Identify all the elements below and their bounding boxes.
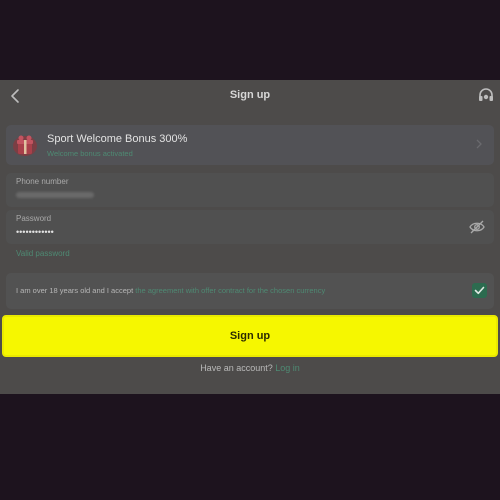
signup-button-label: Sign up (229, 330, 271, 342)
signup-button[interactable]: Sign up (2, 315, 498, 357)
password-input[interactable]: •••••••••••• (16, 227, 416, 237)
overlay-bottom (0, 394, 500, 500)
chevron-right-icon (476, 139, 482, 149)
toggle-password-visibility[interactable] (468, 218, 486, 236)
page-title: Sign up (229, 89, 271, 101)
check-icon (474, 286, 485, 295)
headset-icon (479, 88, 493, 101)
phone-value-redacted (16, 192, 94, 198)
password-status: Valid password (16, 249, 70, 258)
phone-field[interactable]: Phone number (6, 173, 494, 207)
agreement-checkbox[interactable] (472, 283, 487, 298)
login-link[interactable]: Log in (275, 363, 300, 373)
eye-off-icon (469, 220, 485, 234)
bonus-status: Welcome bonus activated (47, 149, 133, 158)
phone-label: Phone number (16, 177, 69, 186)
agreement-text: I am over 18 years old and I accept the … (16, 286, 325, 295)
password-label: Password (16, 214, 52, 223)
signup-sheet: Sign up Sport Welcome Bonus 300% Welcome… (0, 80, 500, 394)
gift-icon (13, 135, 37, 156)
login-prompt: Have an account? Log in (0, 363, 500, 373)
agreement-prefix: I am over 18 years old and I accept (16, 286, 134, 295)
agreement-link[interactable]: the agreement with offer contract for th… (135, 286, 325, 295)
header: Sign up (0, 80, 500, 114)
agreement-row: I am over 18 years old and I accept the … (6, 273, 494, 309)
login-prompt-text: Have an account? (200, 363, 273, 373)
support-button[interactable] (476, 86, 496, 106)
bonus-title: Sport Welcome Bonus 300% (47, 133, 188, 145)
overlay-top (0, 0, 500, 80)
password-field[interactable]: Password •••••••••••• (6, 210, 494, 244)
bonus-card[interactable]: Sport Welcome Bonus 300% Welcome bonus a… (6, 125, 494, 165)
